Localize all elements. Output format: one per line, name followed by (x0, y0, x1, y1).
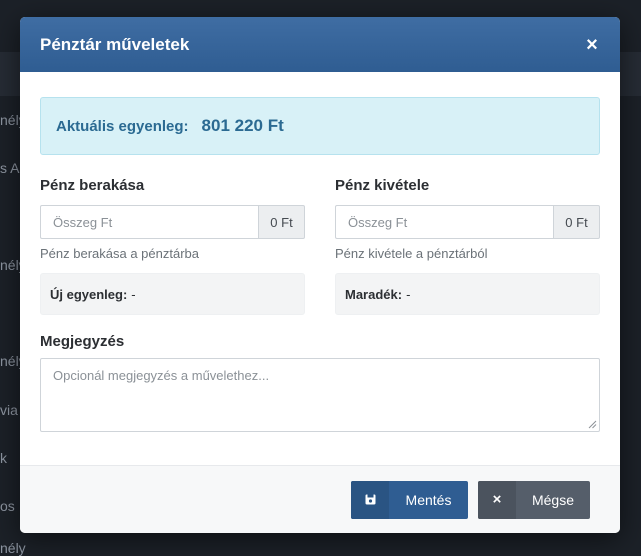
deposit-amount-addon: 0 Ft (258, 205, 305, 239)
modal-title: Pénztár műveletek (40, 34, 190, 54)
modal-footer: Mentés × Mégse (20, 465, 620, 533)
withdraw-amount-placeholder: Összeg Ft (348, 214, 408, 230)
modal-header: Pénztár műveletek × (20, 17, 620, 72)
new-balance-box: Új egyenleg: - (40, 273, 305, 315)
close-button[interactable]: × (584, 35, 600, 55)
backdrop-text: os (0, 498, 15, 514)
operation-columns: Pénz berakása Összeg Ft 0 Ft Pénz beraká… (40, 177, 600, 315)
backdrop-text: nély (0, 540, 26, 556)
modal-body: Aktuális egyenleg: 801 220 Ft Pénz berak… (20, 72, 620, 432)
deposit-section: Pénz berakása Összeg Ft 0 Ft Pénz beraká… (40, 177, 305, 315)
withdraw-help-text: Pénz kivétele a pénztárból (335, 246, 488, 261)
cancel-button-label: Mégse (531, 491, 575, 508)
x-icon: × (478, 480, 516, 519)
withdraw-section: Pénz kivétele Összeg Ft 0 Ft Pénz kivéte… (335, 177, 600, 315)
deposit-input-group: Összeg Ft 0 Ft (40, 205, 305, 239)
backdrop-text: k (0, 450, 7, 466)
withdraw-input-group: Összeg Ft 0 Ft (335, 205, 600, 239)
deposit-help-text: Pénz berakása a pénztárba (40, 246, 199, 261)
withdraw-amount-input[interactable]: Összeg Ft (335, 205, 553, 239)
cancel-button[interactable]: × Mégse (478, 480, 590, 519)
notes-placeholder: Opcionál megjegyzés a művelethez... (53, 368, 270, 383)
save-button-label: Mentés (405, 491, 452, 508)
remaining-value: - (406, 286, 411, 302)
new-balance-value: - (131, 286, 136, 302)
withdraw-amount-addon: 0 Ft (553, 205, 600, 239)
deposit-amount-placeholder: Összeg Ft (53, 214, 113, 230)
backdrop-header-right (619, 52, 641, 96)
notes-textarea[interactable]: Opcionál megjegyzés a művelethez... (40, 358, 600, 432)
balance-value: 801 220 Ft (201, 116, 284, 135)
backdrop-text: via (0, 402, 18, 418)
save-icon (351, 480, 389, 519)
new-balance-label: Új egyenleg: (50, 286, 128, 302)
remaining-label: Maradék: (345, 286, 403, 302)
balance-alert: Aktuális egyenleg: 801 220 Ft (40, 97, 600, 155)
cash-register-modal: Pénztár műveletek × Aktuális egyenleg: 8… (20, 17, 620, 533)
notes-title: Megjegyzés (40, 333, 125, 350)
save-button[interactable]: Mentés (351, 480, 468, 519)
close-icon: × (586, 33, 598, 56)
deposit-title: Pénz berakása (40, 177, 145, 194)
remaining-box: Maradék: - (335, 273, 600, 315)
resize-grip-icon[interactable] (588, 420, 597, 429)
balance-label: Aktuális egyenleg: (56, 117, 189, 135)
withdraw-title: Pénz kivétele (335, 177, 430, 194)
deposit-amount-input[interactable]: Összeg Ft (40, 205, 258, 239)
